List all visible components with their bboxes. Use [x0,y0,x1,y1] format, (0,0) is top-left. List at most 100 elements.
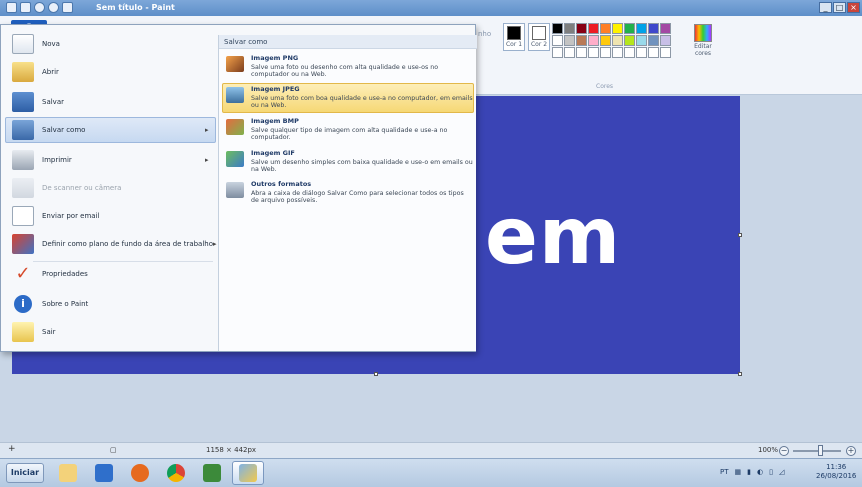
menu-item-scanner[interactable]: De scanner ou câmera [5,175,216,201]
keyboard-icon[interactable]: ▦ [735,468,742,476]
menu-item-label: Abrir [42,68,59,76]
palette-swatch[interactable] [588,23,599,34]
palette-swatch[interactable] [636,35,647,46]
menu-item-label: Definir como plano de fundo da área de t… [42,240,214,248]
taskbar-firefox[interactable] [124,461,156,485]
volume-icon[interactable]: ◐ [757,468,763,476]
palette-swatch[interactable] [588,47,599,58]
status-bar: + ▢ 1158 × 442px 100% − + [0,442,862,458]
canvas-text: em [485,192,622,282]
save-as-bmp[interactable]: Imagem BMP Salve qualquer tipo de imagem… [222,115,474,145]
clock[interactable]: 11:36 26/08/2016 [816,463,856,481]
taskbar-explorer[interactable] [52,461,84,485]
color-1-button[interactable]: Cor 1 [503,23,525,51]
palette-swatch[interactable] [612,23,623,34]
palette-swatch[interactable] [576,23,587,34]
palette-swatch[interactable] [564,47,575,58]
edit-colors-button[interactable]: Editar cores [690,24,716,57]
zoom-slider-thumb[interactable] [818,445,823,456]
desktop-background-icon [12,234,34,254]
menu-item-properties[interactable]: ✓ Propriedades [5,261,216,287]
palette-swatch[interactable] [648,23,659,34]
menu-item-open[interactable]: Abrir [5,59,216,85]
menu-item-label: Imprimir [42,156,72,164]
save-as-gif[interactable]: Imagem GIF Salve um desenho simples com … [222,147,474,177]
palette-swatch[interactable] [624,23,635,34]
palette-swatch[interactable] [636,47,647,58]
menu-item-exit[interactable]: Sair [5,319,216,345]
palette-swatch[interactable] [552,47,563,58]
paint-app-icon[interactable] [6,2,17,13]
resize-handle-right[interactable] [738,233,742,237]
menu-item-save[interactable]: Salvar [5,89,216,115]
palette-swatch[interactable] [624,47,635,58]
customize-toolbar-icon[interactable] [62,2,73,13]
palette-swatch[interactable] [600,47,611,58]
palette-swatch[interactable] [564,35,575,46]
menu-item-desktop-background[interactable]: Definir como plano de fundo da área de t… [5,231,217,257]
palette-swatch[interactable] [552,23,563,34]
palette-swatch[interactable] [660,35,671,46]
palette-swatch[interactable] [576,35,587,46]
palette-swatch[interactable] [576,47,587,58]
menu-item-save-as[interactable]: Salvar como ▸ [5,117,216,143]
palette-swatch[interactable] [660,23,671,34]
submenu-item-title: Imagem JPEG [251,85,300,93]
zoom-slider-track[interactable] [793,450,841,452]
taskbar-flag-app[interactable] [196,461,228,485]
palette-swatch[interactable] [648,47,659,58]
maximize-button[interactable]: □ [833,2,846,13]
palette-swatch[interactable] [624,35,635,46]
palette-swatch[interactable] [600,23,611,34]
palette-swatch[interactable] [612,35,623,46]
minimize-button[interactable]: _ [819,2,832,13]
resize-handle-bottom[interactable] [374,372,378,376]
taskbar-paint[interactable] [232,461,264,485]
palette-swatch[interactable] [564,23,575,34]
palette-swatch[interactable] [660,47,671,58]
email-icon [12,206,34,226]
palette-swatch[interactable] [636,23,647,34]
submenu-item-desc: Abra a caixa de diálogo Salvar Como para… [251,189,464,205]
palette-swatch[interactable] [552,35,563,46]
palette-swatch[interactable] [600,35,611,46]
firefox-icon [131,464,149,482]
palette-swatch[interactable] [588,35,599,46]
power-icon[interactable]: ▯ [769,468,773,476]
redo-icon[interactable] [48,2,59,13]
submenu-item-desc: Salve qualquer tipo de imagem com alta q… [251,126,448,142]
color-1-label: Cor 1 [505,41,523,48]
submenu-item-desc: Salve um desenho simples com baixa quali… [251,158,473,174]
zoom-out-button[interactable]: − [779,446,789,456]
taskbar-chrome[interactable] [160,461,192,485]
menu-item-label: Salvar como [42,126,86,134]
language-indicator[interactable]: PT [720,468,729,476]
start-button[interactable]: Iniciar [6,463,44,483]
taskbar-outlook[interactable] [88,461,120,485]
save-as-other-formats[interactable]: Outros formatos Abra a caixa de diálogo … [222,178,474,208]
menu-item-new[interactable]: Nova [5,31,216,57]
menu-item-about[interactable]: i Sobre o Paint [5,291,216,317]
new-document-icon [12,34,34,54]
save-as-jpeg[interactable]: Imagem JPEG Salve uma foto com boa quali… [222,83,474,113]
resize-handle-corner[interactable] [738,372,742,376]
menu-item-label: Sair [42,328,56,336]
palette-swatch[interactable] [648,35,659,46]
save-quick-icon[interactable] [20,2,31,13]
color-2-label: Cor 2 [530,41,548,48]
checkmark-icon: ✓ [15,263,31,284]
submenu-item-desc: Salve uma foto ou desenho com alta quali… [251,63,439,79]
close-button[interactable]: × [847,2,860,13]
flag-icon [203,464,221,482]
undo-icon[interactable] [34,2,45,13]
color-2-button[interactable]: Cor 2 [528,23,550,51]
zoom-in-button[interactable]: + [846,446,856,456]
network-icon[interactable]: ▮ [747,468,751,476]
submenu-item-title: Outros formatos [251,180,312,188]
menu-item-email[interactable]: Enviar por email [5,203,216,229]
file-menu-commands: Nova Abrir Salvar Salvar como ▸ Imprimir… [1,25,218,351]
save-as-png[interactable]: Imagem PNG Salve uma foto ou desenho com… [222,52,474,82]
menu-item-print[interactable]: Imprimir ▸ [5,147,216,173]
flag-tray-icon[interactable]: ◿ [779,468,784,476]
palette-swatch[interactable] [612,47,623,58]
